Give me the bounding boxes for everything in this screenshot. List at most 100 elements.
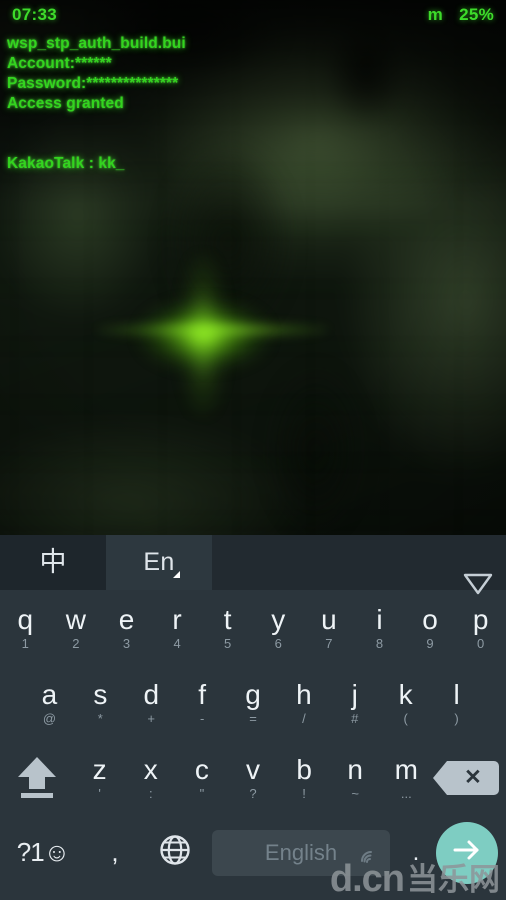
key-h[interactable]: h / [278,665,329,740]
key-x-label: x [143,754,158,785]
shift-arrow-stem [29,777,46,789]
terminal-spacer [7,114,186,154]
key-o-label: o [422,604,438,635]
key-x[interactable]: x : [125,740,176,815]
key-f[interactable]: f - [177,665,228,740]
key-g-sublabel: = [249,711,257,726]
key-t-label: t [223,604,232,635]
key-h-sublabel: / [302,711,306,726]
status-bar: 07:33 m 25% [0,0,506,30]
language-switch-key[interactable] [144,833,206,872]
key-k[interactable]: k ( [380,665,431,740]
terminal-line-access: Access granted [7,95,124,112]
key-d[interactable]: d + [126,665,177,740]
shift-key[interactable] [0,740,74,815]
keyboard-row-2: a @ s * d + f - g = h / j # k (l) [0,665,506,740]
key-a-label: a [41,679,58,710]
key-t[interactable]: t 5 [202,590,253,665]
key-v-label: v [245,754,260,785]
toolbar-suggestion-strip[interactable] [212,535,420,590]
terminal-input-line: KakaoTalk : kk_ [7,155,125,172]
key-t-sublabel: 5 [224,636,232,651]
key-r-sublabel: 4 [173,636,181,651]
key-i[interactable]: i 8 [354,590,405,665]
flare-core-glow [139,300,269,370]
key-z-label: z [92,754,107,785]
period-key-label: . [412,838,420,866]
key-w-sublabel: 2 [72,636,80,651]
tab-english-input[interactable]: En [106,535,212,590]
symbols-emoji-label: ?1☺ [16,837,70,867]
key-a[interactable]: a @ [24,665,75,740]
key-g[interactable]: g = [228,665,279,740]
keyboard-row-1: q 1 w 2 e 3 r 4 t 5 y 6 u 7 i 8 o 9 p 0 [0,590,506,665]
key-m-sublabel: ... [400,786,412,801]
comma-key-label: , [111,837,119,867]
key-b[interactable]: b ! [279,740,330,815]
key-s-sublabel: * [97,711,103,726]
key-g-label: g [245,679,261,710]
key-i-label: i [376,604,383,635]
key-x-sublabel: : [148,786,153,801]
terminal-line-build: wsp_stp_auth_build.bui [7,35,186,52]
key-z[interactable]: z ' [74,740,125,815]
key-q-sublabel: 1 [21,636,29,651]
key-s-label: s [93,679,108,710]
key-w[interactable]: w 2 [51,590,102,665]
key-k-sublabel: ( [403,711,408,726]
keyboard-key-rows: q 1 w 2 e 3 r 4 t 5 y 6 u 7 i 8 o 9 p 0 … [0,590,506,890]
enter-key[interactable] [436,821,498,884]
key-d-sublabel: + [147,711,156,726]
key-y[interactable]: y 6 [253,590,304,665]
key-y-sublabel: 6 [274,636,282,651]
key-b-label: b [296,754,312,785]
shift-arrow-icon [18,757,57,798]
key-l[interactable]: l ) [431,665,482,740]
globe-icon [158,833,192,872]
key-e[interactable]: e 3 [101,590,152,665]
key-u[interactable]: u 7 [304,590,355,665]
arrow-right-icon [450,837,484,868]
key-f-sublabel: - [199,711,205,726]
spacebar-key[interactable]: English [212,829,390,876]
key-y-label: y [271,604,286,635]
key-o[interactable]: o 9 [405,590,456,665]
key-f-label: f [198,679,206,710]
tab-corner-indicator-icon [173,571,180,578]
key-n-label: n [347,754,363,785]
terminal-line-account: Account:****** [7,55,112,72]
key-u-sublabel: 7 [325,636,333,651]
key-r[interactable]: r 4 [152,590,203,665]
virtual-keyboard: 中 En q 1 w 2 e 3 r 4 t 5 y 6 u 7 i 8 o 9… [0,535,506,900]
key-n[interactable]: n ~ [330,740,381,815]
key-v[interactable]: v ? [227,740,278,815]
key-m[interactable]: m ... [381,740,432,815]
status-signal-label: m [427,5,444,24]
key-l-label: l [453,679,460,710]
key-b-sublabel: ! [302,786,306,801]
period-key[interactable]: . [396,839,436,867]
key-j-label: j [351,679,358,710]
key-d-label: d [143,679,160,710]
key-c[interactable]: c " [176,740,227,815]
key-h-label: h [296,679,312,710]
status-time: 07:33 [12,5,57,24]
symbols-emoji-key[interactable]: ?1☺ [0,837,86,868]
app-background-area: 07:33 m 25% wsp_stp_auth_build.bui Accou… [0,0,506,535]
keyboard-row-bottom: ?1☺ , English . [0,815,506,890]
triangle-down-icon [450,553,493,595]
key-p[interactable]: p 0 [455,590,506,665]
tab-chinese-input[interactable]: 中 [0,535,106,590]
comma-key[interactable]: , [86,837,144,868]
key-q[interactable]: q 1 [0,590,51,665]
signal-icon [358,844,380,870]
key-s[interactable]: s * [75,665,126,740]
key-p-label: p [472,604,489,635]
backspace-key[interactable]: ✕ [432,740,506,815]
key-i-sublabel: 8 [375,636,384,651]
status-bar-right-group: m 25% [428,5,494,25]
hide-keyboard-button[interactable] [420,535,506,595]
key-j[interactable]: j # [329,665,380,740]
key-l-sublabel: ) [454,711,459,726]
phone-screen: 07:33 m 25% wsp_stp_auth_build.bui Accou… [0,0,506,900]
